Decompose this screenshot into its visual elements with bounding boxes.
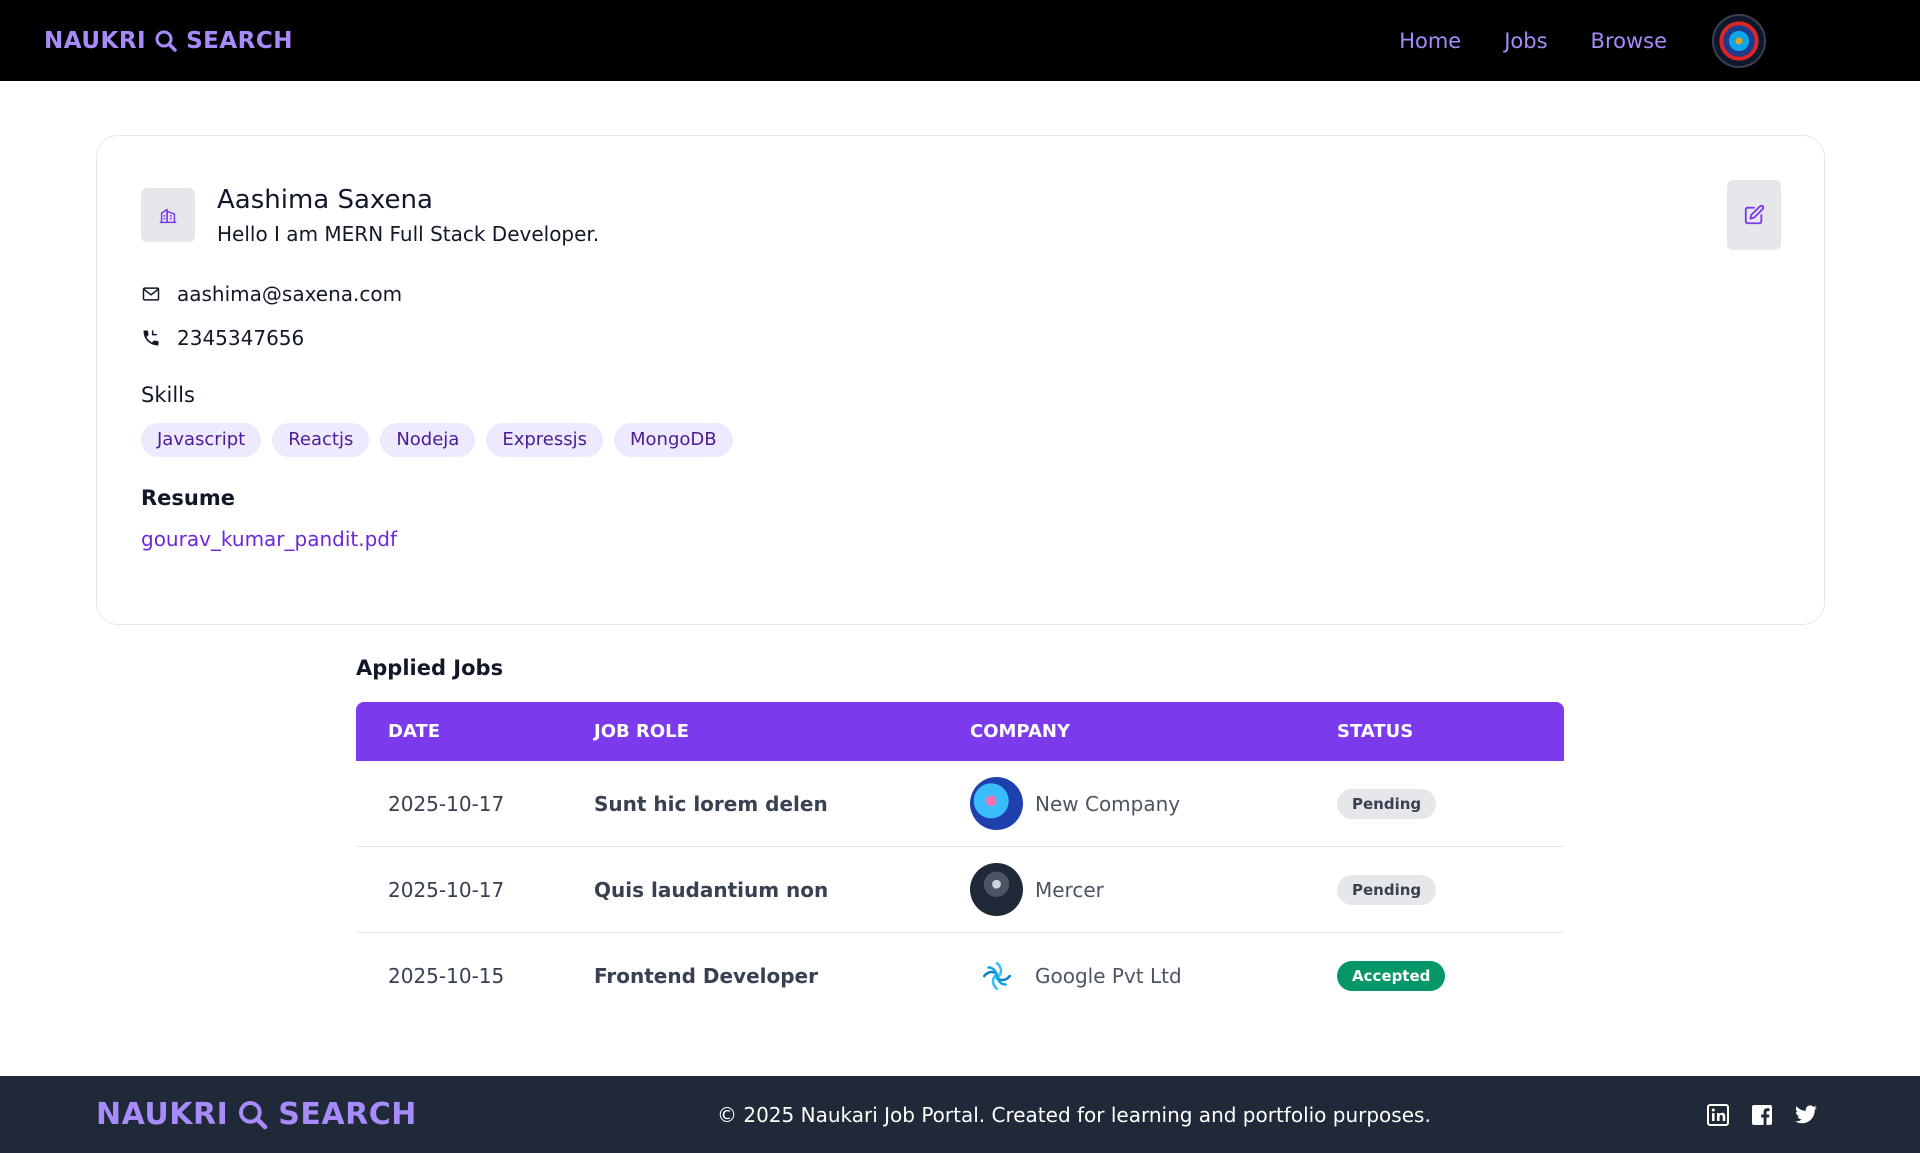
skill-badge: Nodeja xyxy=(380,423,476,457)
row-company: Mercer xyxy=(970,863,1337,916)
nav-menu: Home Jobs Browse xyxy=(1399,13,1766,68)
skills-list: Javascript Reactjs Nodeja Expressjs Mong… xyxy=(141,423,733,457)
skill-badge: Javascript xyxy=(141,423,262,457)
brand-right: SEARCH xyxy=(186,27,294,54)
nav-link-home[interactable]: Home xyxy=(1399,29,1461,53)
profile-header: Aashima Saxena Hello I am MERN Full Stac… xyxy=(141,184,599,246)
profile-name: Aashima Saxena xyxy=(217,185,433,215)
footer-copyright: © 2025 Naukari Job Portal. Created for l… xyxy=(717,1102,1431,1127)
row-role: Quis laudantium non xyxy=(594,877,829,902)
skill-badge: MongoDB xyxy=(614,423,733,457)
row-company: New Company xyxy=(970,777,1337,830)
brand-left: NAUKRI xyxy=(96,1097,229,1132)
header-date: DATE xyxy=(388,721,441,742)
building-icon xyxy=(159,208,177,224)
brand-logo[interactable]: NAUKRI SEARCH xyxy=(44,28,293,54)
table-row: 2025-10-15 Frontend Developer Google Pvt… xyxy=(356,933,1564,1019)
skill-badge: Expressjs xyxy=(486,423,604,457)
footer: NAUKRI SEARCH © 2025 Naukari Job Portal.… xyxy=(0,1076,1920,1153)
resume-link[interactable]: gourav_kumar_pandit.pdf xyxy=(141,527,397,551)
header-company: COMPANY xyxy=(970,721,1070,742)
search-icon xyxy=(239,1100,268,1129)
profile-avatar xyxy=(141,188,195,242)
brand-left: NAUKRI xyxy=(44,27,147,54)
navbar: NAUKRI SEARCH Home Jobs Browse xyxy=(0,0,1920,81)
status-badge: Pending xyxy=(1337,788,1437,819)
row-date: 2025-10-15 xyxy=(388,964,505,988)
edit-icon xyxy=(1744,204,1765,225)
applied-jobs-table: DATE JOB ROLE COMPANY STATUS 2025-10-17 … xyxy=(356,702,1564,1019)
header-role: JOB ROLE xyxy=(594,721,689,742)
skill-badge: Reactjs xyxy=(272,423,370,457)
skills-title: Skills xyxy=(141,383,195,407)
company-logo xyxy=(970,949,1023,1003)
table-row: 2025-10-17 Sunt hic lorem delen New Comp… xyxy=(356,761,1564,847)
row-status: Accepted xyxy=(1337,961,1564,991)
company-logo xyxy=(970,777,1023,830)
user-avatar[interactable] xyxy=(1712,13,1766,68)
edit-profile-button[interactable] xyxy=(1727,180,1781,250)
resume-title: Resume xyxy=(141,486,235,510)
email-text: aashima@saxena.com xyxy=(177,282,403,306)
status-badge: Accepted xyxy=(1337,961,1446,991)
footer-brand-logo[interactable]: NAUKRI SEARCH xyxy=(96,1097,417,1132)
row-status: Pending xyxy=(1337,788,1564,819)
swirl-logo-icon xyxy=(982,961,1011,991)
twitter-icon[interactable] xyxy=(1794,1103,1818,1127)
row-role: Frontend Developer xyxy=(594,964,818,988)
row-date: 2025-10-17 xyxy=(388,791,505,816)
row-status: Pending xyxy=(1337,874,1564,905)
header-status: STATUS xyxy=(1337,721,1414,742)
profile-bio: Hello I am MERN Full Stack Developer. xyxy=(217,221,600,246)
phone-text: 2345347656 xyxy=(177,326,305,350)
company-name: New Company xyxy=(1035,791,1181,816)
nav-link-browse[interactable]: Browse xyxy=(1591,29,1667,53)
table-header: DATE JOB ROLE COMPANY STATUS xyxy=(356,702,1564,761)
row-company: Google Pvt Ltd xyxy=(970,949,1337,1003)
nav-link-jobs[interactable]: Jobs xyxy=(1504,29,1547,53)
phone-row: 2345347656 xyxy=(141,326,304,350)
row-role: Sunt hic lorem delen xyxy=(594,791,828,816)
applied-jobs-title: Applied Jobs xyxy=(356,656,504,680)
mail-icon xyxy=(142,287,160,301)
company-logo xyxy=(970,863,1023,916)
company-name: Mercer xyxy=(1035,877,1104,902)
facebook-icon[interactable] xyxy=(1750,1103,1774,1127)
brand-right: SEARCH xyxy=(278,1097,417,1132)
status-badge: Pending xyxy=(1337,874,1437,905)
company-name: Google Pvt Ltd xyxy=(1035,964,1182,988)
search-icon xyxy=(155,30,177,52)
phone-icon xyxy=(143,330,159,346)
profile-card: Aashima Saxena Hello I am MERN Full Stac… xyxy=(96,135,1825,625)
social-links xyxy=(1706,1103,1818,1127)
linkedin-icon[interactable] xyxy=(1706,1103,1730,1127)
row-date: 2025-10-17 xyxy=(388,877,505,902)
email-row: aashima@saxena.com xyxy=(141,282,402,306)
table-row: 2025-10-17 Quis laudantium non Mercer Pe… xyxy=(356,847,1564,933)
